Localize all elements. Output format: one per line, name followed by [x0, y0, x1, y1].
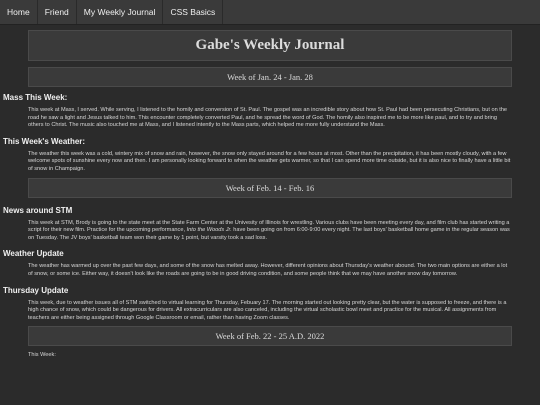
top-nav: Home Friend My Weekly Journal CSS Basics: [0, 0, 540, 25]
section-text-mass: This week at Mass, I served. While servi…: [28, 107, 508, 129]
week-header-2: Week of Feb. 14 - Feb. 16: [28, 177, 512, 198]
page-title: Gabe's Weekly Journal: [195, 37, 345, 53]
section-heading-thursday-update: Thursday Update: [3, 285, 69, 295]
section-text-thursday-update: This week, due to weather issues all of …: [28, 299, 507, 321]
section-text-weather-update: The weather has warmed up over the past …: [28, 263, 508, 277]
section-heading-weather-update: Weather Update: [3, 249, 64, 259]
main-content: Gabe's Weekly Journal Week of Jan. 24 - …: [0, 30, 540, 360]
nav-css-basics[interactable]: CSS Basics: [163, 0, 224, 24]
section-heading-news: News around STM: [3, 205, 73, 215]
nav-home[interactable]: Home: [0, 0, 38, 24]
week-header-3: Week of Feb. 22 - 25 A.D. 2022: [28, 326, 512, 347]
news-text-play-title: Into the Woods Jr.: [186, 227, 232, 234]
week-header-1: Week of Jan. 24 - Jan. 28: [28, 67, 512, 87]
section-text-this-week: This Week:: [28, 352, 56, 359]
nav-friend[interactable]: Friend: [38, 0, 77, 24]
nav-my-weekly-journal[interactable]: My Weekly Journal: [77, 0, 164, 24]
section-text-news: This week at STM, Brody is going to the …: [0, 220, 540, 243]
page-title-bar: Gabe's Weekly Journal: [28, 30, 512, 61]
section-text-weather: The weather this week was a cold, winter…: [28, 150, 511, 172]
section-heading-weather: This Week's Weather:: [3, 136, 86, 146]
section-heading-mass: Mass This Week:: [3, 93, 68, 102]
